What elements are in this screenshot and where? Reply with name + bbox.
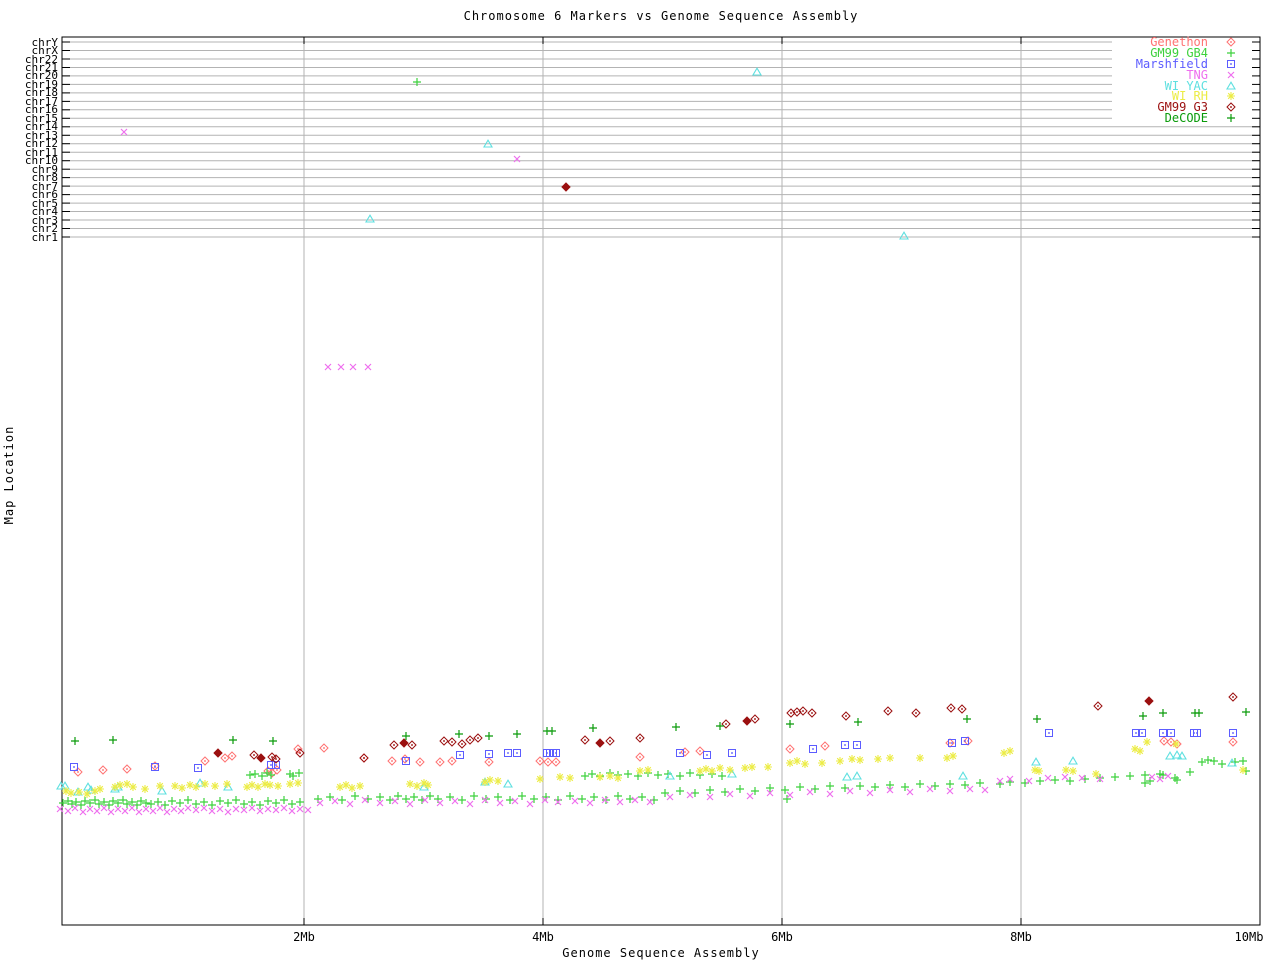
x-axis-label: Genome Sequence Assembly [62, 946, 1260, 960]
series-wi-rh [62, 738, 1247, 798]
series-gm99-g3 [214, 183, 1237, 763]
legend-entry-decode: DeCODE [1058, 112, 1208, 124]
x-tick-label-10Mb: 10Mb [1219, 930, 1279, 944]
chart-figure: Chromosome 6 Markers vs Genome Sequence … [0, 0, 1280, 960]
series-marshfield [71, 730, 1237, 772]
x-tick-label-4Mb: 4Mb [513, 930, 573, 944]
x-tick-label-6Mb: 6Mb [752, 930, 812, 944]
series-gm99-gb4 [59, 78, 1250, 809]
legend-marker-wi-rh [1227, 92, 1235, 100]
x-tick-label-2Mb: 2Mb [274, 930, 334, 944]
x-tick-label-8Mb: 8Mb [991, 930, 1051, 944]
series-genethon [74, 737, 1237, 777]
series-decode [71, 708, 1250, 745]
plot-canvas [0, 0, 1280, 960]
chrom-label-chr1: chr1 [2, 232, 58, 243]
y-axis-label: Map Location [2, 395, 18, 555]
chart-title: Chromosome 6 Markers vs Genome Sequence … [62, 9, 1260, 23]
series-tng [57, 129, 1171, 815]
